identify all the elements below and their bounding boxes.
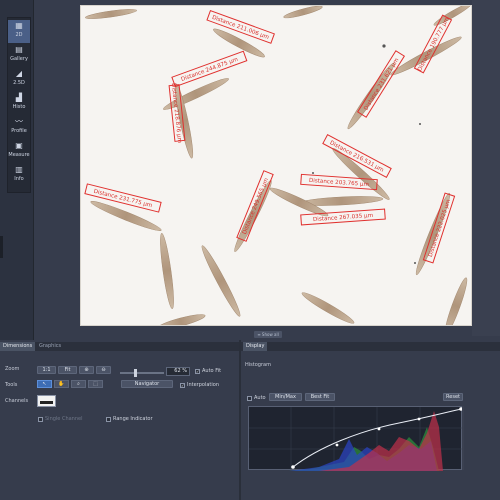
histogram-title: Histogram [245, 362, 271, 368]
histogram-icon: ▟ [15, 93, 23, 102]
measurement-label: Distance 211.006 µm [211, 15, 270, 41]
checkbox-unchecked-icon [247, 395, 252, 401]
zoom-slider-thumb[interactable] [134, 369, 137, 377]
view-profile-button[interactable]: 〰 Profile [8, 116, 30, 139]
zoom-out-button[interactable]: ⊖ [96, 366, 111, 374]
curve-handle-black [291, 465, 295, 469]
debris-speck [414, 262, 416, 264]
histogram-canvas [249, 407, 463, 471]
pollen-grain [283, 6, 323, 19]
zoom-fit-button[interactable]: Fit [58, 366, 77, 374]
left-tab-bar: Dimensions Graphics [0, 342, 240, 351]
micrograph-image[interactable]: Distance 211.006 µm Distance 244.875 µm … [80, 5, 472, 326]
debris-speck [312, 172, 314, 174]
range-indicator-checkbox[interactable]: Range Indicator [106, 416, 153, 422]
view-measure-button[interactable]: ▣ Measure [8, 140, 30, 163]
hand-icon: ✋ [58, 381, 65, 387]
pollen-grain [433, 6, 471, 26]
view-gallery-button[interactable]: ▤ Gallery [8, 44, 30, 67]
view-mode-bar: ▦ 2D ▤ Gallery ◢ 2.5D ▟ Histo 〰 Profile … [7, 17, 31, 193]
interpolation-checkbox[interactable]: ✓ Interpolation [180, 382, 219, 388]
zoom-label: Zoom [5, 366, 20, 372]
app-window: ▦ 2D ▤ Gallery ◢ 2.5D ▟ Histo 〰 Profile … [0, 0, 500, 500]
checkbox-checked-icon: ✓ [195, 368, 200, 374]
pollen-grain [84, 9, 138, 19]
measurement-label: Distance 249.565 µm [242, 177, 270, 235]
panel-collapse-handle[interactable] [0, 236, 3, 258]
view-info-button[interactable]: ▥ Info [8, 164, 30, 187]
right-panel-strip [472, 0, 500, 336]
view-histo-button[interactable]: ▟ Histo [8, 92, 30, 115]
pollen-grain [201, 245, 241, 317]
channel-swatch[interactable] [37, 395, 56, 407]
debris-specks [312, 44, 421, 264]
pollen-grain [156, 314, 206, 325]
tools-label: Tools [5, 382, 18, 388]
pointer-icon: ↖ [42, 381, 47, 387]
right-tab-bar: Display [241, 342, 500, 351]
debris-speck [382, 44, 386, 48]
checkbox-unchecked-icon [38, 416, 43, 422]
best-fit-button[interactable]: Best Fit [305, 393, 335, 401]
tab-graphics[interactable]: Graphics [36, 342, 64, 351]
left-tool-strip: ▦ 2D ▤ Gallery ◢ 2.5D ▟ Histo 〰 Profile … [0, 0, 34, 340]
pointer-tool-button[interactable]: ↖ [37, 380, 52, 388]
reset-button[interactable]: Reset [443, 393, 463, 401]
histogram-plot[interactable] [248, 406, 463, 471]
pollen-grain [444, 277, 468, 325]
checkbox-checked-icon: ✓ [180, 382, 185, 388]
grid-icon: ▦ [15, 21, 23, 30]
zoom-in-button[interactable]: ⊕ [79, 366, 94, 374]
select-icon: ⬚ [93, 381, 98, 387]
curve-handle [377, 427, 381, 431]
pan-tool-button[interactable]: ✋ [54, 380, 69, 388]
measurement-label: Distance 231.621 µm [363, 57, 400, 111]
info-icon: ▥ [15, 165, 23, 174]
pollen-grain [301, 292, 355, 324]
zoom-value-field[interactable]: 62 % [166, 367, 190, 376]
zoom-1-1-button[interactable]: 1:1 [37, 366, 56, 374]
surface-icon: ◢ [15, 69, 23, 78]
pollen-grains [84, 6, 471, 325]
measure-icon: ▣ [15, 141, 23, 150]
view-2d-button[interactable]: ▦ 2D [8, 20, 30, 43]
select-tool-button[interactable]: ⬚ [88, 380, 103, 388]
auto-fit-checkbox[interactable]: ✓ Auto Fit [195, 368, 221, 374]
panel-divider[interactable] [239, 340, 241, 500]
profile-icon: 〰 [15, 117, 23, 126]
min-max-button[interactable]: Min/Max [269, 393, 302, 401]
tab-display[interactable]: Display [243, 342, 268, 351]
show-all-handle[interactable]: ≡ Show all [254, 331, 282, 338]
histogram-edge [462, 406, 464, 470]
single-channel-checkbox[interactable]: Single Channel [38, 416, 83, 422]
zoom-slider-track[interactable] [120, 372, 164, 374]
checkbox-unchecked-icon [106, 416, 111, 422]
navigator-button[interactable]: Navigator [121, 380, 173, 388]
magnifier-icon: ⌕ [77, 381, 80, 387]
curve-handle [335, 443, 339, 447]
bottom-panel: Dimensions Graphics Display Zoom 1:1 Fit… [0, 340, 500, 500]
tab-dimensions[interactable]: Dimensions [0, 342, 36, 351]
pollen-grain [160, 233, 174, 309]
micrograph-canvas: Distance 211.006 µm Distance 244.875 µm … [84, 6, 471, 325]
zoom-tool-button[interactable]: ⌕ [71, 380, 86, 388]
channels-label: Channels [5, 398, 29, 404]
gallery-icon: ▤ [15, 45, 23, 54]
debris-speck [419, 123, 421, 125]
image-viewport: Distance 211.006 µm Distance 244.875 µm … [34, 0, 500, 336]
channel-color-bar [40, 401, 53, 404]
view-2-5d-button[interactable]: ◢ 2.5D [8, 68, 30, 91]
auto-checkbox[interactable]: Auto [247, 395, 266, 401]
measurement-label: Distance 244.875 µm [180, 57, 239, 83]
pollen-grain [332, 148, 390, 200]
curve-handle [417, 417, 421, 421]
